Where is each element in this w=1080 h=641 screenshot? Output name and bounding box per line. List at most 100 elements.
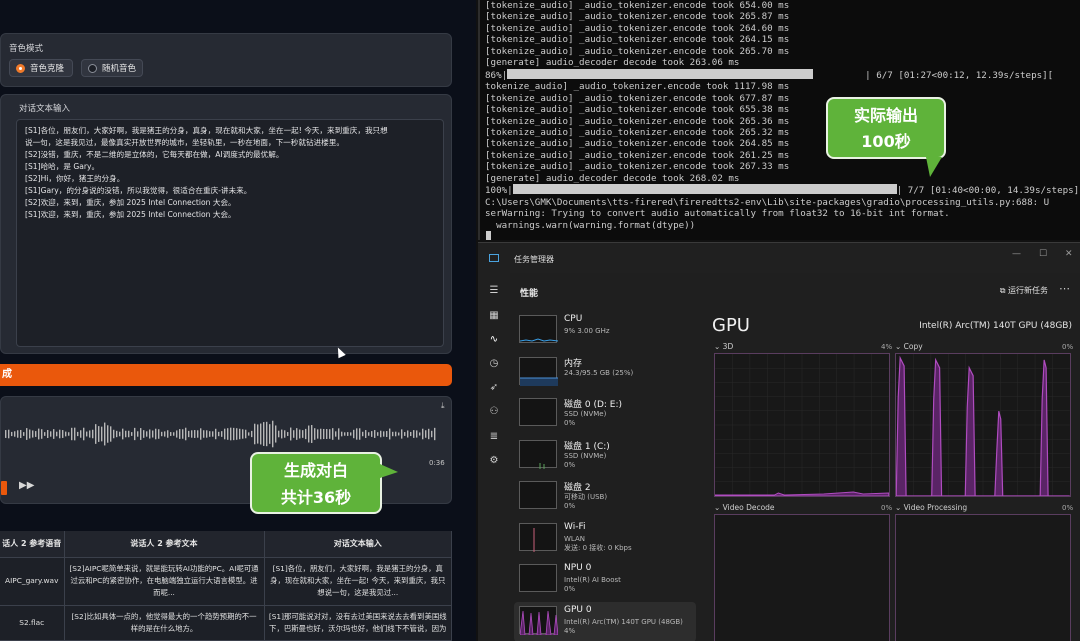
terminal-cursor bbox=[486, 231, 491, 240]
engine-pct-video-decode: 0% bbox=[881, 504, 893, 512]
text-line: [S1]Gary，的分身说的没错，所以我觉得，很适合在重庆-讲未来。 bbox=[25, 186, 252, 195]
gradio-app: 音色模式 音色克隆 随机音色 对话文本输入 [S1]各位，朋友们，大家好啊，我是… bbox=[0, 0, 476, 641]
window-title: 任务管理器 bbox=[514, 255, 554, 264]
generate-button[interactable]: 成 bbox=[0, 364, 452, 386]
callout-line: 100秒 bbox=[861, 132, 911, 151]
perf-item-name: GPU 0 bbox=[564, 604, 592, 615]
table-cell: AIPC_gary.wav bbox=[5, 576, 59, 586]
performance-icon[interactable]: ∿ bbox=[486, 332, 502, 348]
maximize-icon[interactable]: ☐ bbox=[1039, 249, 1047, 259]
radio-random-voice-label: 随机音色 bbox=[102, 64, 137, 74]
text-line: 说一句，这是我见过，最像真实开放世界的城市，坐轻轨里，一秒在地面，下一秒就钻进楼… bbox=[25, 138, 344, 147]
perf-thumbnail bbox=[519, 605, 559, 635]
radio-voice-clone-label: 音色克隆 bbox=[30, 64, 65, 74]
app-history-icon[interactable]: ◷ bbox=[486, 356, 502, 372]
users-icon[interactable]: ⚇ bbox=[486, 404, 502, 420]
terminal-line: [tokenize_audio] _audio_tokenizer.encode… bbox=[485, 34, 790, 46]
audio-duration: 0:36 bbox=[429, 459, 445, 467]
perf-list: CPU 9% 3.00 GHz 内存 24.3/95.5 GB (25%) 磁盘 0 (… bbox=[510, 311, 700, 641]
perf-thumbnail bbox=[519, 481, 557, 509]
radio-random-voice[interactable]: 随机音色 bbox=[81, 59, 143, 77]
perf-item-name: NPU 0 bbox=[564, 563, 592, 573]
perf-thumbnail bbox=[519, 356, 558, 386]
nav-rail: ☰ ▦ ∿ ◷ ➶ ⚇ ≣ ⚙ bbox=[478, 273, 510, 641]
audio-waveform[interactable] bbox=[3, 409, 443, 459]
callout-line: 共计36秒 bbox=[280, 488, 352, 507]
engine-label-copy[interactable]: ⌄ Copy bbox=[895, 342, 923, 351]
engine-label-3d[interactable]: ⌄ 3D bbox=[714, 342, 733, 351]
terminal-line: warnings.warn(warning.format(dtype)) bbox=[485, 219, 696, 231]
run-new-task-button[interactable]: ⧉ 运行新任务 bbox=[1000, 285, 1048, 296]
text-line: [S2]Hi，你好，猪王的分身。 bbox=[25, 174, 125, 183]
services-icon[interactable]: ⚙ bbox=[486, 453, 502, 469]
gpu-title: GPU bbox=[712, 315, 750, 336]
tm-header: 性能 ⧉ 运行新任务 ⋯ bbox=[510, 273, 1080, 307]
table-cell: [S1]那可能说对对，没有去过美国来说去去看到美国线下，巴斯曼也好，沃尔玛也好，… bbox=[268, 612, 447, 634]
perf-item-detail: SSD (NVMe) 0% bbox=[564, 451, 607, 469]
dialogue-text-label: 对话文本输入 bbox=[19, 104, 71, 114]
terminal-line: [tokenize_audio] _audio_tokenizer.encode… bbox=[485, 22, 790, 34]
graph-video-decode bbox=[714, 514, 890, 641]
terminal-line: [tokenize_audio] _audio_tokenizer.encode… bbox=[485, 11, 790, 23]
dialogue-text-input[interactable]: [S1]各位，朋友们，大家好啊，我是猪王的分身，真身，现在就和大家，坐在一起! … bbox=[16, 119, 444, 347]
voice-mode-label: 音色模式 bbox=[9, 44, 44, 54]
engine-pct-3d: 4% bbox=[881, 343, 893, 351]
callout-line: 生成对白 bbox=[283, 461, 348, 480]
gpu-model: Intel(R) Arc(TM) 140T GPU (48GB) bbox=[919, 321, 1072, 331]
radio-dot-icon bbox=[88, 63, 97, 73]
perf-item-detail: 9% 3.00 GHz bbox=[564, 327, 610, 335]
perf-item-detail: WLAN 发送: 0 接收: 0 Kbps bbox=[564, 534, 632, 552]
perf-thumbnail bbox=[519, 522, 557, 552]
table-header: 话人 2 参考语音 bbox=[0, 531, 65, 558]
details-icon[interactable]: ≣ bbox=[486, 429, 502, 445]
terminal-line: [tokenize_audio] _audio_tokenizer.encode… bbox=[485, 104, 790, 116]
text-line: [S1]哈哈，是 Gary。 bbox=[25, 162, 100, 171]
table-cell: S2.flac bbox=[19, 618, 45, 628]
engine-pct-copy: 0% bbox=[1062, 343, 1074, 351]
graph-copy bbox=[895, 353, 1071, 497]
terminal-line: [tokenize_audio] _audio_tokenizer.encode… bbox=[485, 0, 790, 11]
play-button[interactable] bbox=[1, 481, 7, 495]
perf-item-detail: Intel(R) AI Boost 0% bbox=[564, 576, 621, 593]
radio-voice-clone[interactable]: 音色克隆 bbox=[9, 59, 73, 77]
hamburger-menu-icon[interactable]: ☰ bbox=[486, 283, 502, 299]
perf-item[interactable]: NPU 0 Intel(R) AI Boost 0% bbox=[514, 560, 696, 600]
callout-generated-duration: 生成对白 共计36秒 bbox=[250, 452, 398, 514]
table-row[interactable]: S2.flac [S2]比如具体一点的，他觉得最大的一个趋势预期的不一样的是在什… bbox=[0, 605, 452, 641]
perf-item[interactable]: GPU 0 Intel(R) Arc(TM) 140T GPU (48GB) 4% bbox=[514, 601, 696, 641]
text-line: [S1]各位，朋友们，大家好啊，我是猪王的分身，真身，现在就和大家，坐在一起! … bbox=[25, 126, 388, 135]
more-options-icon[interactable]: ⋯ bbox=[1059, 282, 1070, 295]
task-manager-icon bbox=[489, 254, 499, 262]
perf-item[interactable]: 磁盘 2 可移动 (USB) 0% bbox=[514, 477, 696, 517]
perf-item[interactable]: 磁盘 0 (D: E:) SSD (NVMe) 0% bbox=[514, 394, 696, 434]
perf-item[interactable]: CPU 9% 3.00 GHz bbox=[514, 311, 696, 351]
terminal-line: [tokenize_audio] _audio_tokenizer.encode… bbox=[485, 126, 790, 138]
fast-forward-icon[interactable]: ▶▶ bbox=[19, 480, 34, 491]
callout-actual-duration: 实际输出 100秒 bbox=[826, 97, 946, 177]
perf-thumbnail bbox=[519, 439, 557, 469]
terminal-window[interactable]: [tokenize_audio] _audio_tokenizer.encode… bbox=[478, 0, 1080, 240]
perf-item-name: 磁盘 2 bbox=[564, 483, 591, 493]
perf-item[interactable]: 内存 24.3/95.5 GB (25%) bbox=[514, 353, 696, 393]
perf-item-name: 磁盘 1 (C:) bbox=[564, 441, 610, 452]
radio-dot-icon bbox=[16, 63, 25, 73]
terminal-line: [tokenize_audio] _audio_tokenizer.encode… bbox=[485, 45, 790, 57]
engine-label-video-processing[interactable]: ⌄ Video Processing bbox=[895, 503, 967, 512]
progress-bar bbox=[512, 184, 897, 195]
perf-item[interactable]: Wi-Fi WLAN 发送: 0 接收: 0 Kbps bbox=[514, 519, 696, 559]
minimize-icon[interactable]: — bbox=[1012, 249, 1021, 259]
title-bar: 任务管理器 — ☐ ✕ bbox=[478, 243, 1080, 273]
terminal-line: tokenize_audio] _audio_tokenizer.encode … bbox=[485, 81, 790, 93]
table-row[interactable]: AIPC_gary.wav [S2]AIPC呢简单来说，就是能玩转AI功能的PC… bbox=[0, 557, 452, 607]
engine-label-video-decode[interactable]: ⌄ Video Decode bbox=[714, 503, 775, 512]
processes-icon[interactable]: ▦ bbox=[486, 308, 502, 324]
table-cell: [S1]各位，朋友们，大家好啊，我是猪王的分身，真身，现在就和大家，坐在一起! … bbox=[270, 564, 446, 598]
terminal-line: [generate] audio_decoder decode took 263… bbox=[485, 57, 740, 69]
table-cell: [S2]比如具体一点的，他觉得最大的一个趋势预期的不一样的是在什么地方。 bbox=[71, 612, 257, 634]
close-icon[interactable]: ✕ bbox=[1065, 249, 1073, 259]
startup-apps-icon[interactable]: ➶ bbox=[486, 380, 502, 396]
perf-item[interactable]: 磁盘 1 (C:) SSD (NVMe) 0% bbox=[514, 436, 696, 476]
progress-line: 100%| | 7/7 [01:40<00:00, 14.39s/steps] bbox=[485, 184, 1080, 197]
perf-thumbnail bbox=[519, 398, 557, 426]
section-title: 性能 bbox=[520, 289, 539, 299]
